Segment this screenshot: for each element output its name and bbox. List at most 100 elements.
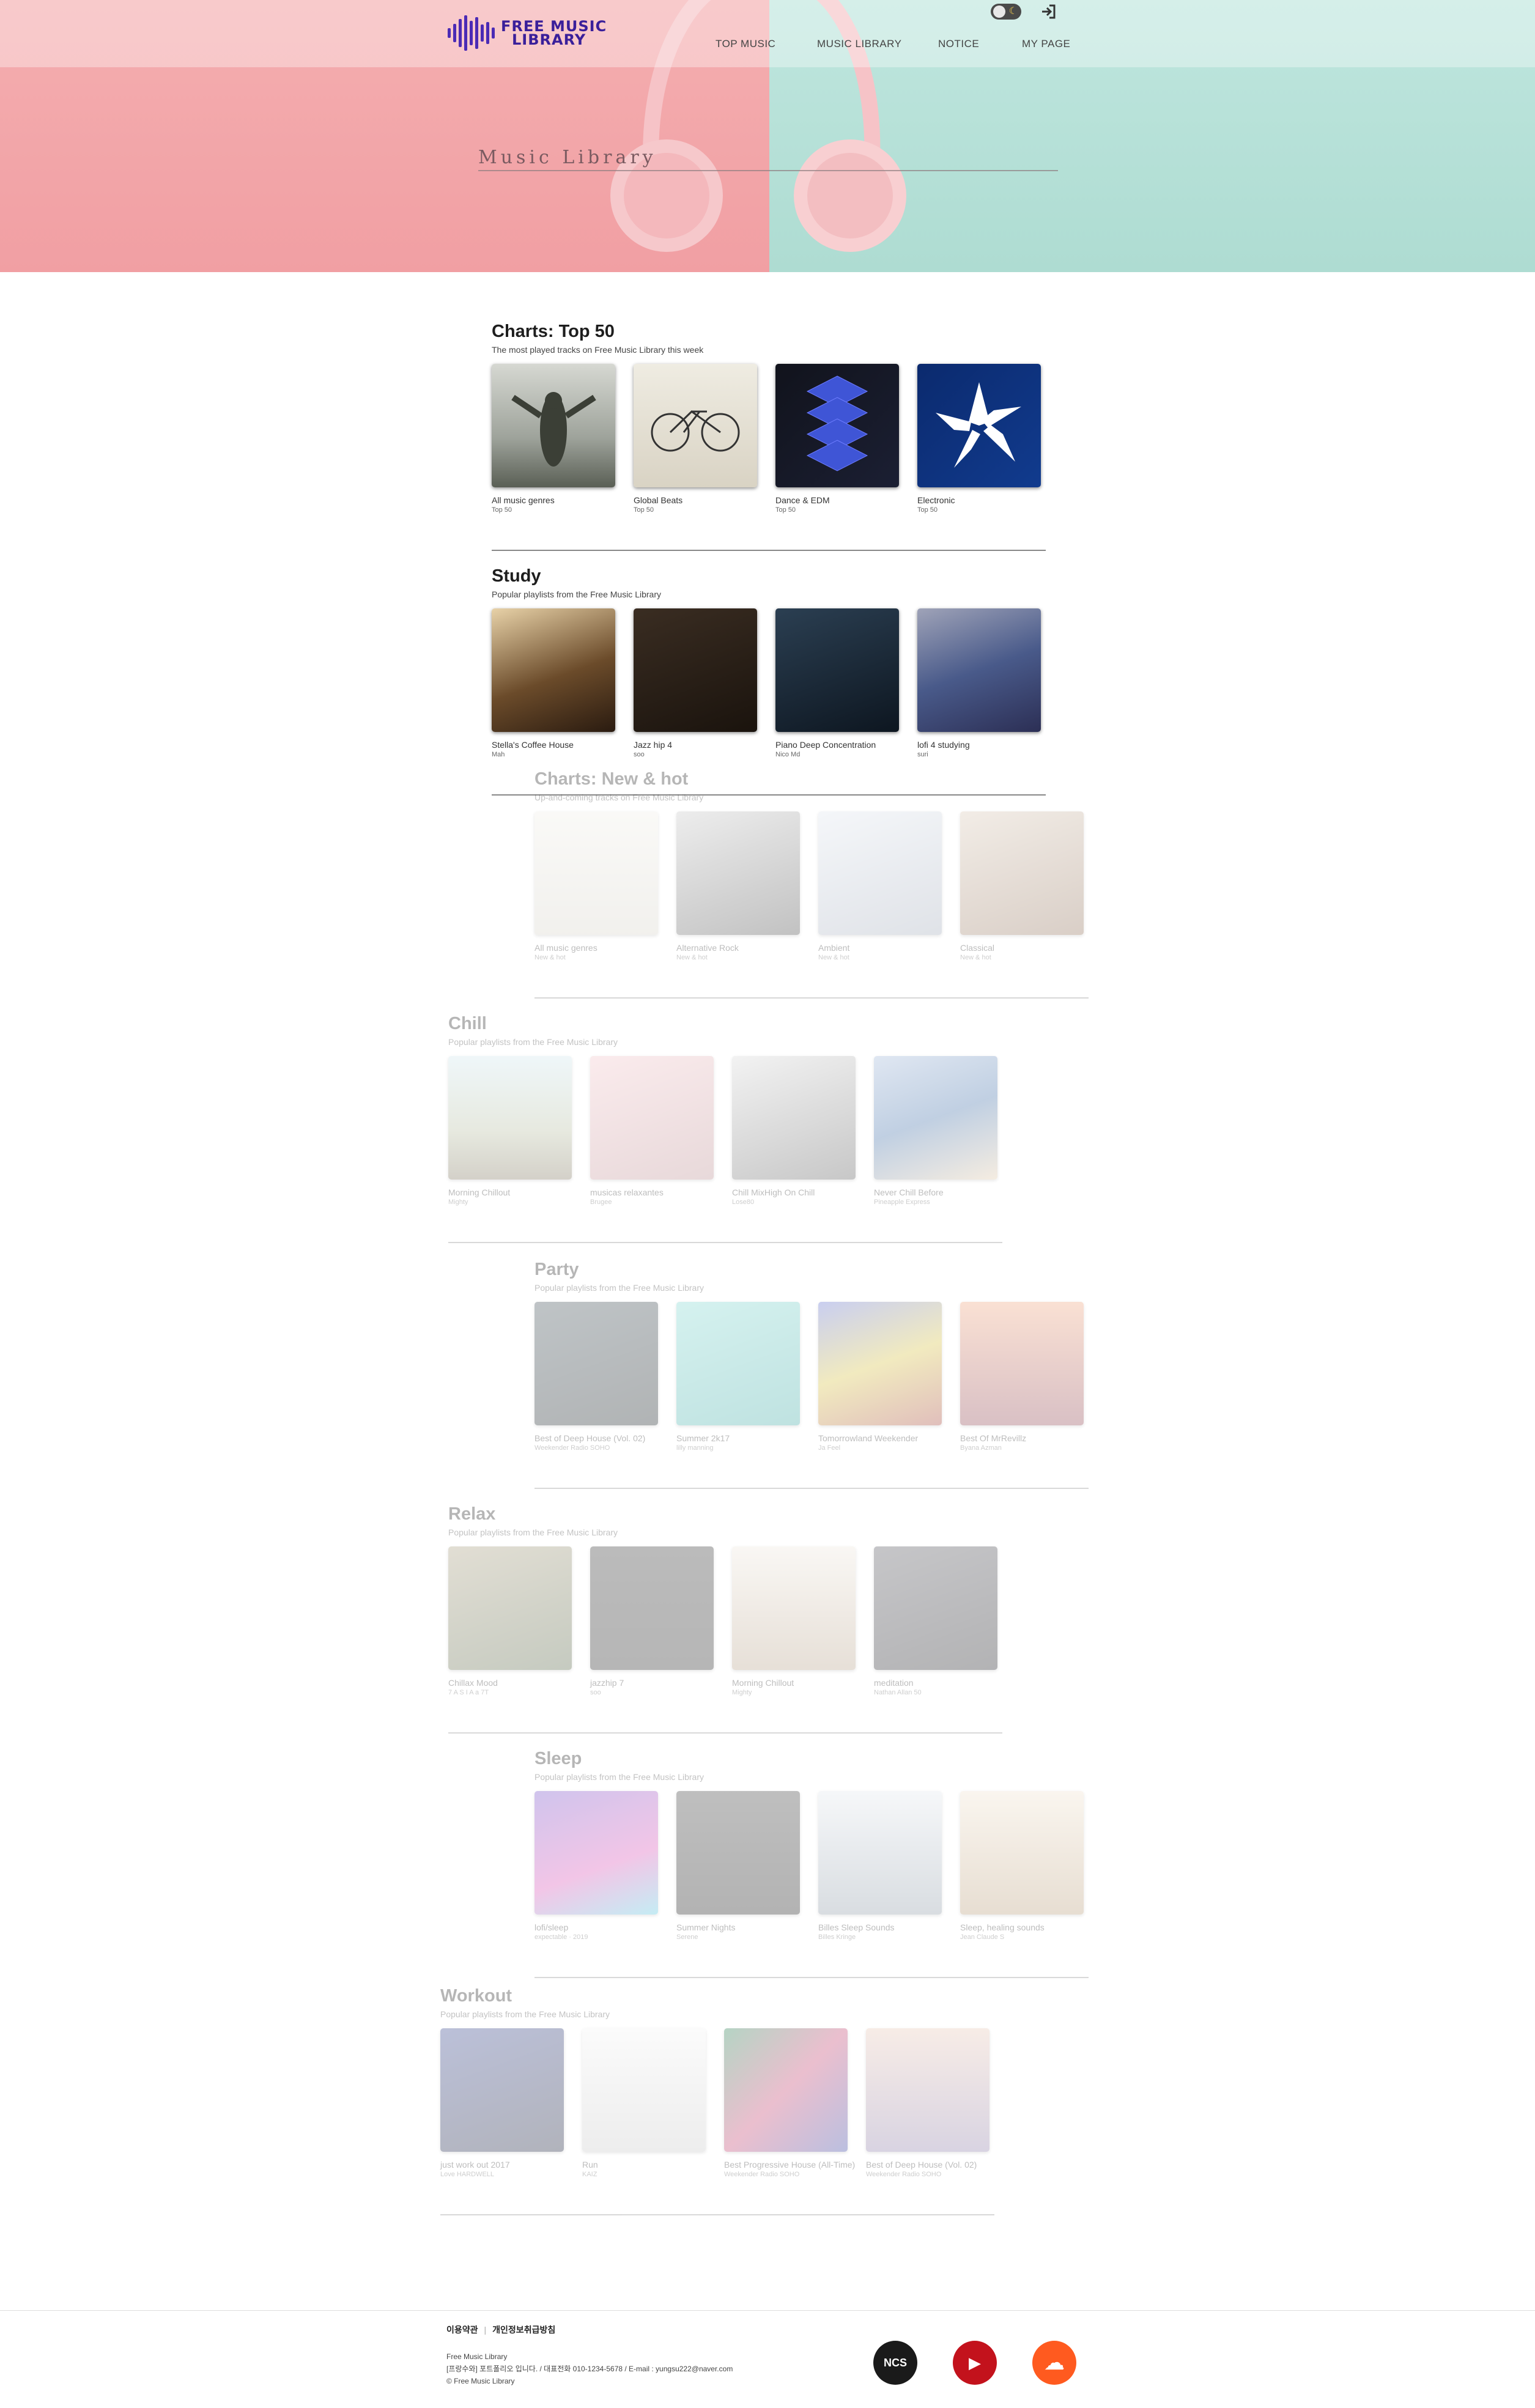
youtube-music-icon[interactable]: ▶	[953, 2341, 997, 2385]
playlist-cover[interactable]	[724, 2028, 848, 2152]
playlist-title[interactable]: Tomorrowland Weekender	[818, 1433, 942, 1444]
playlist-title[interactable]: Morning Chillout	[732, 1677, 856, 1688]
playlist-title[interactable]: Sleep, healing sounds	[960, 1922, 1084, 1933]
playlist-card[interactable]: Alternative Rock New & hot	[676, 811, 800, 962]
playlist-cover[interactable]	[917, 364, 1041, 487]
playlist-card[interactable]: Chillax Mood 7 A S I A a 7T	[448, 1546, 572, 1697]
playlist-title[interactable]: Best Progressive House (All-Time)	[724, 2159, 855, 2170]
playlist-cover[interactable]	[960, 811, 1084, 935]
playlist-cover[interactable]	[582, 2028, 706, 2152]
playlist-title[interactable]: Alternative Rock	[676, 942, 800, 953]
playlist-card[interactable]: Best of Deep House (Vol. 02) Weekender Ra…	[534, 1302, 658, 1452]
playlist-cover[interactable]	[874, 1056, 997, 1180]
playlist-title[interactable]: Chillax Mood	[448, 1677, 572, 1688]
playlist-title[interactable]: Summer Nights	[676, 1922, 800, 1933]
playlist-title[interactable]: All music genres	[492, 495, 615, 506]
playlist-card[interactable]: Chill MixHigh On Chill Lose80	[732, 1056, 856, 1206]
nav-my-page[interactable]: MY PAGE	[1022, 38, 1070, 50]
playlist-title[interactable]: Best Of MrRevillz	[960, 1433, 1084, 1444]
playlist-title[interactable]: Run	[582, 2159, 706, 2170]
playlist-title[interactable]: Morning Chillout	[448, 1187, 572, 1198]
playlist-card[interactable]: jazzhip 7 soo	[590, 1546, 714, 1697]
playlist-title[interactable]: Jazz hip 4	[634, 739, 757, 750]
playlist-title[interactable]: Dance & EDM	[775, 495, 899, 506]
privacy-link[interactable]: 개인정보취급방침	[492, 2325, 555, 2335]
playlist-title[interactable]: All music genres	[534, 942, 658, 953]
playlist-card[interactable]: Billes Sleep Sounds Billes Kringe	[818, 1791, 942, 1941]
playlist-title[interactable]: just work out 2017	[440, 2159, 564, 2170]
playlist-title[interactable]: musicas relaxantes	[590, 1187, 714, 1198]
playlist-card[interactable]: Morning Chillout Mighty	[448, 1056, 572, 1206]
playlist-card[interactable]: Ambient New & hot	[818, 811, 942, 962]
playlist-title[interactable]: Best of Deep House (Vol. 02)	[534, 1433, 658, 1444]
playlist-card[interactable]: Piano Deep Concentration Nico Md	[775, 608, 899, 759]
playlist-cover[interactable]	[492, 364, 615, 487]
playlist-card[interactable]: musicas relaxantes Brugee	[590, 1056, 714, 1206]
playlist-cover[interactable]	[634, 364, 757, 487]
playlist-cover[interactable]	[960, 1791, 1084, 1915]
soundcloud-icon[interactable]: ☁	[1032, 2341, 1076, 2385]
playlist-cover[interactable]	[818, 1791, 942, 1915]
playlist-title[interactable]: lofi/sleep	[534, 1922, 658, 1933]
playlist-card[interactable]: Run KAIZ	[582, 2028, 706, 2179]
playlist-card[interactable]: Classical New & hot	[960, 811, 1084, 962]
playlist-card[interactable]: All music genres New & hot	[534, 811, 658, 962]
playlist-cover[interactable]	[534, 811, 658, 935]
playlist-cover[interactable]	[775, 608, 899, 732]
nav-music-library[interactable]: MUSIC LIBRARY	[817, 38, 901, 50]
playlist-card[interactable]: Dance & EDM Top 50	[775, 364, 899, 514]
playlist-card[interactable]: All music genres Top 50	[492, 364, 615, 514]
playlist-title[interactable]: Best of Deep House (Vol. 02)	[866, 2159, 989, 2170]
playlist-cover[interactable]	[448, 1056, 572, 1180]
nav-top-music[interactable]: TOP MUSIC	[716, 38, 775, 50]
dark-mode-toggle[interactable]: ☾	[991, 4, 1021, 20]
ncs-icon[interactable]: NCS	[873, 2341, 917, 2385]
playlist-title[interactable]: Summer 2k17	[676, 1433, 800, 1444]
playlist-card[interactable]: Never Chill Before Pineapple Express	[874, 1056, 997, 1206]
playlist-card[interactable]: just work out 2017 Love HARDWELL	[440, 2028, 564, 2179]
playlist-title[interactable]: meditation	[874, 1677, 997, 1688]
playlist-card[interactable]: Global Beats Top 50	[634, 364, 757, 514]
playlist-cover[interactable]	[534, 1302, 658, 1425]
playlist-title[interactable]: Never Chill Before	[874, 1187, 997, 1198]
playlist-title[interactable]: lofi 4 studying	[917, 739, 1041, 750]
playlist-title[interactable]: Ambient	[818, 942, 942, 953]
playlist-card[interactable]: Best Of MrRevillz Byana Azman	[960, 1302, 1084, 1452]
playlist-cover[interactable]	[874, 1546, 997, 1670]
playlist-cover[interactable]	[917, 608, 1041, 732]
playlist-title[interactable]: Piano Deep Concentration	[775, 739, 899, 750]
playlist-card[interactable]: Morning Chillout Mighty	[732, 1546, 856, 1697]
playlist-card[interactable]: Jazz hip 4 soo	[634, 608, 757, 759]
playlist-cover[interactable]	[732, 1546, 856, 1670]
playlist-card[interactable]: Electronic Top 50	[917, 364, 1041, 514]
playlist-cover[interactable]	[634, 608, 757, 732]
nav-notice[interactable]: NOTICE	[938, 38, 979, 50]
playlist-cover[interactable]	[448, 1546, 572, 1670]
playlist-card[interactable]: Stella's Coffee House Mah	[492, 608, 615, 759]
playlist-cover[interactable]	[866, 2028, 989, 2152]
playlist-card[interactable]: lofi/sleep expectable · 2019	[534, 1791, 658, 1941]
playlist-cover[interactable]	[590, 1056, 714, 1180]
playlist-cover[interactable]	[440, 2028, 564, 2152]
playlist-card[interactable]: Best Progressive House (All-Time) Weekend…	[724, 2028, 855, 2179]
playlist-title[interactable]: jazzhip 7	[590, 1677, 714, 1688]
playlist-cover[interactable]	[818, 811, 942, 935]
playlist-card[interactable]: Sleep, healing sounds Jean Claude S	[960, 1791, 1084, 1941]
playlist-card[interactable]: Summer Nights Serene	[676, 1791, 800, 1941]
playlist-card[interactable]: meditation Nathan Allan 50	[874, 1546, 997, 1697]
playlist-title[interactable]: Classical	[960, 942, 1084, 953]
playlist-card[interactable]: lofi 4 studying suri	[917, 608, 1041, 759]
playlist-card[interactable]: Tomorrowland Weekender Ja Feel	[818, 1302, 942, 1452]
playlist-title[interactable]: Stella's Coffee House	[492, 739, 615, 750]
playlist-cover[interactable]	[676, 1791, 800, 1915]
site-logo[interactable]: FREE MUSIC LIBRARY	[448, 15, 607, 51]
playlist-title[interactable]: Global Beats	[634, 495, 757, 506]
playlist-card[interactable]: Summer 2k17 lilly manning	[676, 1302, 800, 1452]
playlist-title[interactable]: Electronic	[917, 495, 1041, 506]
playlist-cover[interactable]	[590, 1546, 714, 1670]
playlist-cover[interactable]	[775, 364, 899, 487]
playlist-cover[interactable]	[732, 1056, 856, 1180]
playlist-cover[interactable]	[534, 1791, 658, 1915]
playlist-cover[interactable]	[676, 1302, 800, 1425]
login-icon[interactable]	[1040, 2, 1058, 21]
